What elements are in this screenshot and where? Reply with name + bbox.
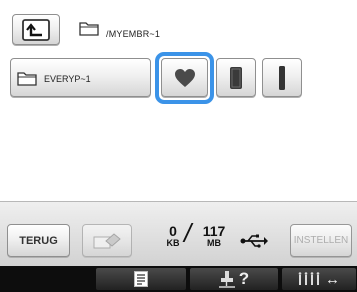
current-path: /MYEMBR~1 — [106, 29, 161, 39]
folder-icon — [79, 22, 99, 36]
delete-button[interactable] — [82, 224, 132, 257]
bottom-strip: ? ↔ — [0, 266, 357, 292]
memory-used-value: 0 — [169, 223, 177, 239]
needle-icon — [218, 271, 235, 288]
thread-spools-icon — [298, 272, 320, 285]
pattern-list-button[interactable] — [96, 268, 186, 290]
pattern-rectangle-button[interactable] — [216, 58, 256, 97]
pattern-heart-button[interactable] — [161, 58, 208, 97]
help-button[interactable]: ? — [190, 268, 278, 290]
folder-icon — [17, 71, 37, 86]
control-bar: TERUG 0 KB / 117 MB INSTELLEN — [0, 201, 357, 266]
arrows-icon: ↔ — [325, 270, 340, 288]
pattern-bar-button[interactable] — [262, 58, 302, 97]
bar-icon — [279, 65, 285, 90]
embroidery-screen: /MYEMBR~1 EVERYP~1 TERUG 0 KB / 117 MB I… — [0, 0, 357, 292]
folder-up-icon — [22, 18, 50, 41]
memory-used: 0 KB — [160, 224, 186, 248]
memory-separator: / — [184, 218, 192, 248]
settings-button[interactable]: INSTELLEN — [290, 224, 352, 257]
folder-name: EVERYP~1 — [44, 73, 91, 84]
back-button[interactable]: TERUG — [7, 224, 70, 257]
rectangle-icon — [230, 66, 242, 89]
memory-total: 117 MB — [200, 224, 228, 248]
memory-total-unit: MB — [207, 238, 221, 248]
eraser-icon — [93, 232, 121, 248]
usb-icon — [240, 234, 268, 248]
heart-icon — [174, 68, 195, 87]
help-symbol: ? — [238, 269, 250, 288]
thread-mode-button[interactable]: ↔ — [282, 268, 356, 290]
memory-used-unit: KB — [166, 238, 180, 248]
list-icon — [134, 271, 148, 287]
folder-button[interactable]: EVERYP~1 — [10, 58, 151, 97]
memory-total-value: 117 — [202, 223, 226, 239]
up-folder-button[interactable] — [12, 14, 60, 45]
